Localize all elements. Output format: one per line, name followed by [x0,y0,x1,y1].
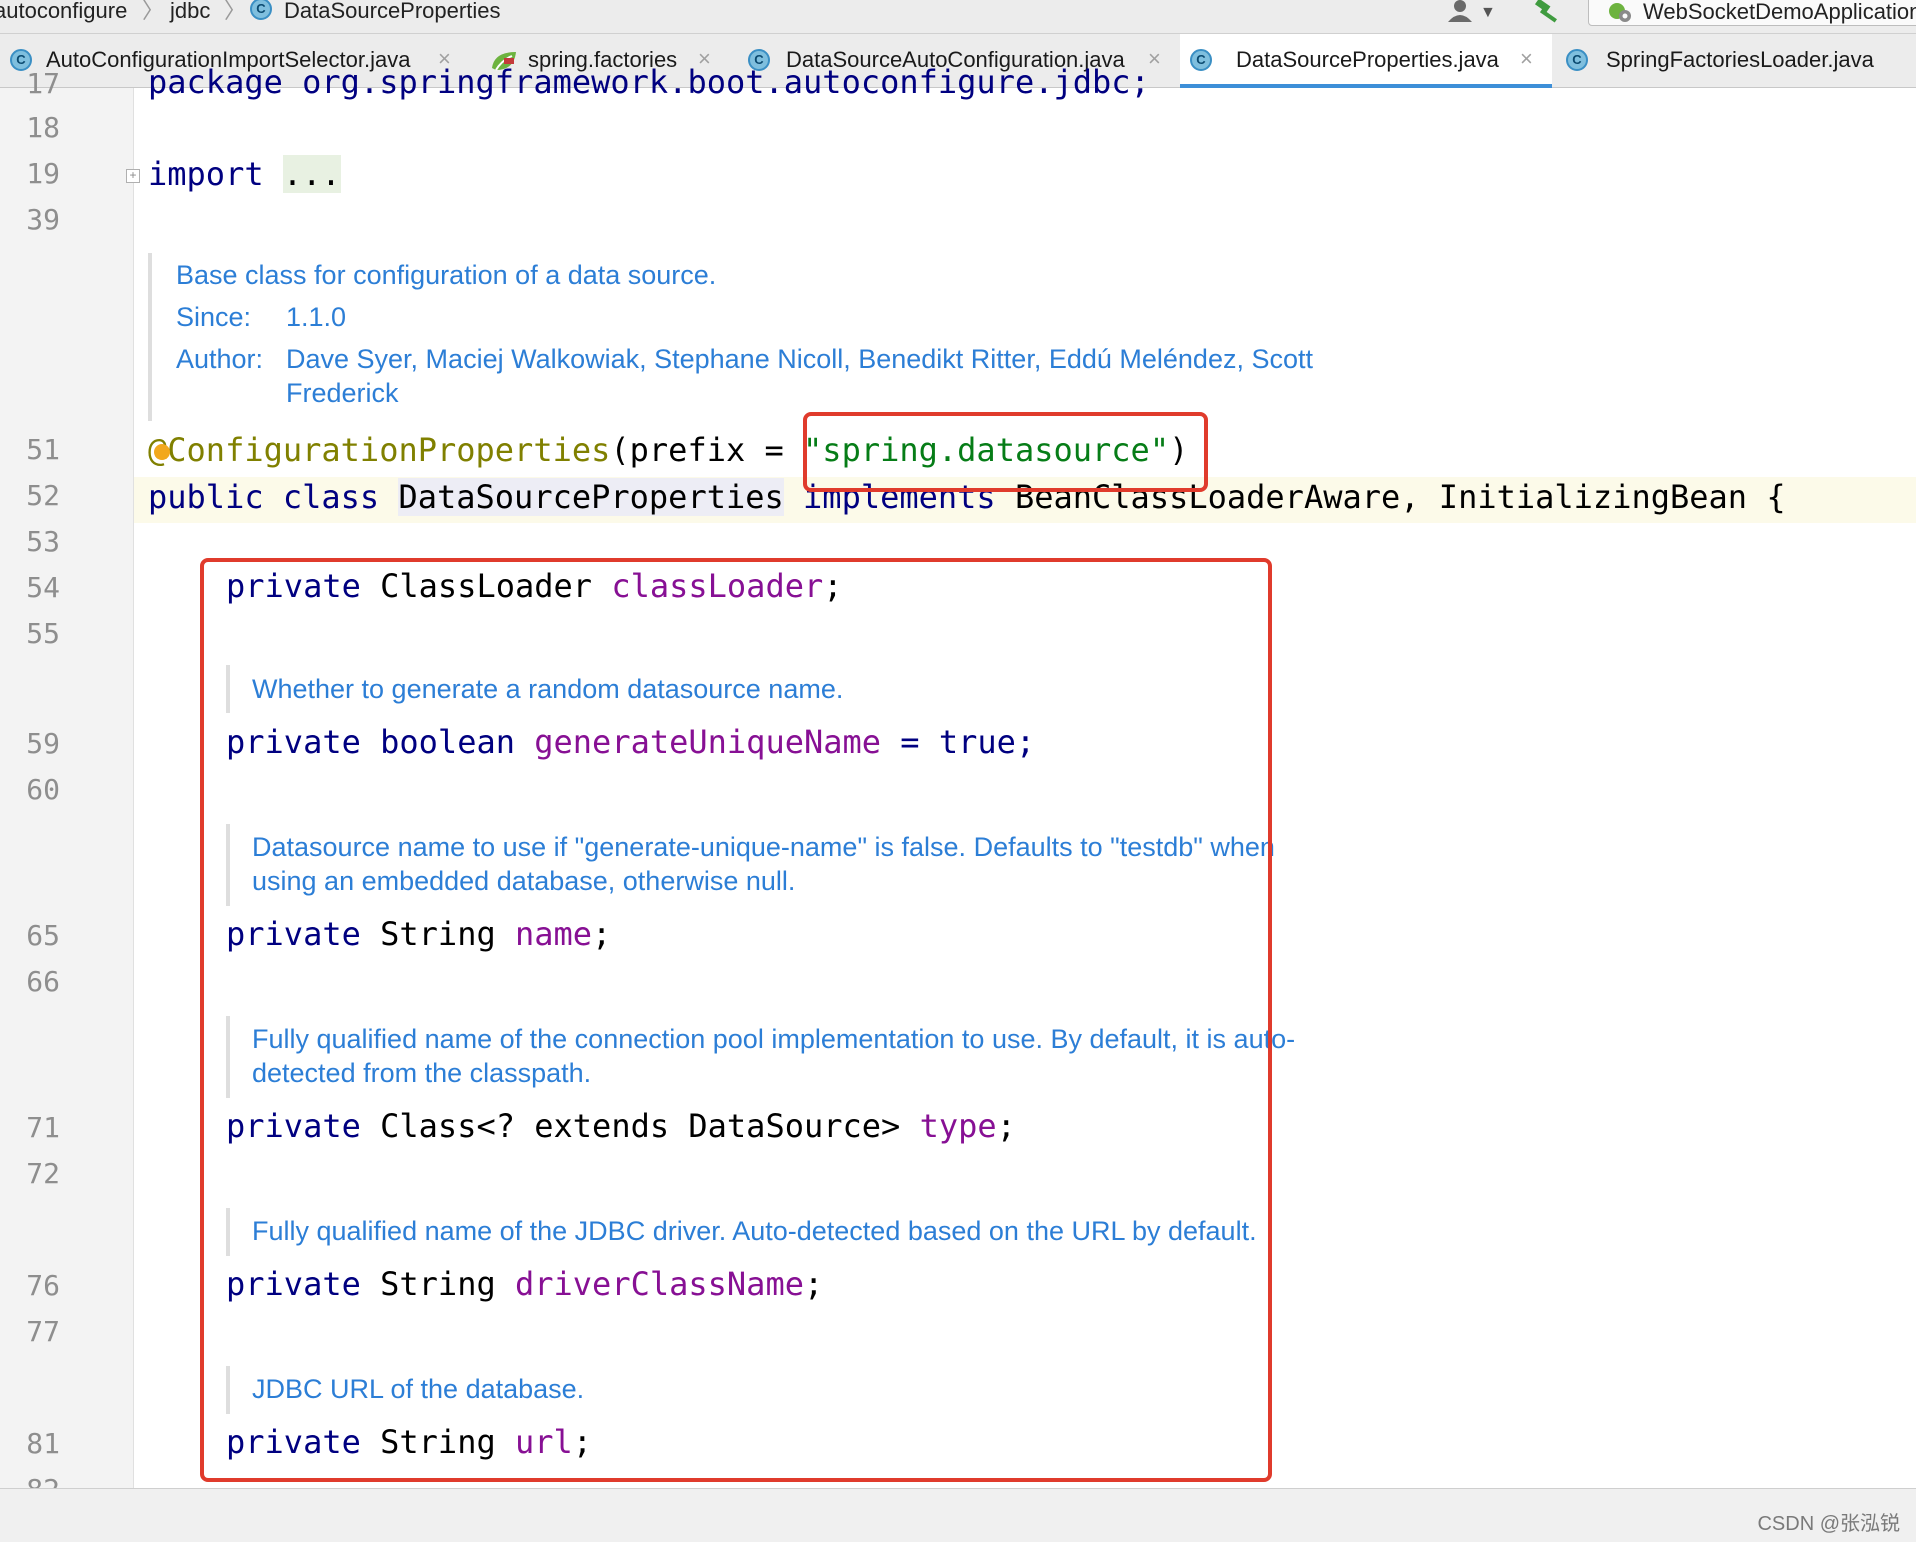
line-number: 66 [26,965,60,998]
breadcrumb-separator: 〉 [224,0,247,23]
tab-label: SpringFactoriesLoader.java [1606,47,1874,72]
build-hammer-icon[interactable] [1532,0,1562,24]
intention-bulb-icon[interactable] [154,444,170,460]
line-number: 53 [26,525,60,558]
line-number: 60 [26,773,60,806]
line-number: 71 [26,1111,60,1144]
line-number: 76 [26,1269,60,1302]
class-doc-author-line2: Frederick [286,378,399,408]
line-number: 17 [26,67,60,100]
highlight-box-fields [200,558,1272,1482]
class-icon: C [1566,49,1588,71]
line-number: 59 [26,727,60,760]
tab-label: DataSourceProperties.java [1236,47,1499,72]
class-doc-since-label: Since: [176,302,252,332]
line-number: 54 [26,571,60,604]
user-icon[interactable] [1445,0,1475,22]
class-doc-author-label: Author: [176,344,264,374]
class-doc-since-value: 1.1.0 [286,302,347,332]
tab-springfactoriesloader[interactable]: C SpringFactoriesLoader.java [1556,34,1916,88]
line-number: 52 [26,479,60,512]
watermark: CSDN @张泓锐 [1757,1513,1900,1535]
class-doc-author-line1: Dave Syer, Maciej Walkowiak, Stephane Ni… [286,344,1313,374]
public-keyword: public [148,478,264,516]
breadcrumb-item-class[interactable]: DataSourceProperties [284,0,500,22]
import-keyword: import [148,155,264,193]
line-number: 18 [26,111,60,144]
package-declaration: package org.springframework.boot.autocon… [148,63,1150,101]
run-configuration-label: WebSocketDemoApplication [1643,0,1916,24]
class-doc-summary: Base class for configuration of a data s… [176,260,717,290]
line-number: 81 [26,1427,60,1460]
spring-boot-run-icon [1609,3,1631,22]
chevron-down-icon[interactable]: ▼ [1480,4,1496,22]
line-number: 77 [26,1315,60,1348]
class-keyword: class [282,478,380,516]
import-folded[interactable]: import ... [148,154,341,194]
class-name[interactable]: DataSourceProperties [398,478,784,516]
line-number: 39 [26,203,60,236]
tab-datasourceproperties[interactable]: C DataSourceProperties.java × [1180,34,1552,88]
line-number: 65 [26,919,60,952]
breadcrumb-item-autoconfigure[interactable]: autoconfigure [0,0,127,22]
run-configuration-selector[interactable]: WebSocketDemoApplication [1588,0,1916,26]
editor-gutter[interactable]: 17 18 19 39 51 52 53 54 55 59 60 65 66 7… [0,68,140,1506]
doc-border [148,253,152,421]
navigation-bar: autoconfigure 〉 jdbc 〉 C DataSourcePrope… [0,0,1916,34]
close-icon[interactable]: × [1520,46,1533,72]
class-icon: C [250,0,272,20]
line-number: 55 [26,617,60,650]
annotation-name: @ConfigurationProperties [148,431,611,469]
line-number: 19 [26,157,60,190]
breadcrumb-separator: 〉 [142,0,165,23]
status-bar: CSDN @张泓锐 [0,1488,1916,1542]
class-icon: C [1190,49,1212,71]
folded-imports[interactable]: ... [282,155,341,193]
highlight-box-prefix [803,412,1208,492]
annotation-args: (prefix = [610,431,804,469]
line-number: 51 [26,433,60,466]
close-icon[interactable]: × [1148,46,1161,72]
line-number: 72 [26,1157,60,1190]
breadcrumb-item-jdbc[interactable]: jdbc [170,0,210,22]
